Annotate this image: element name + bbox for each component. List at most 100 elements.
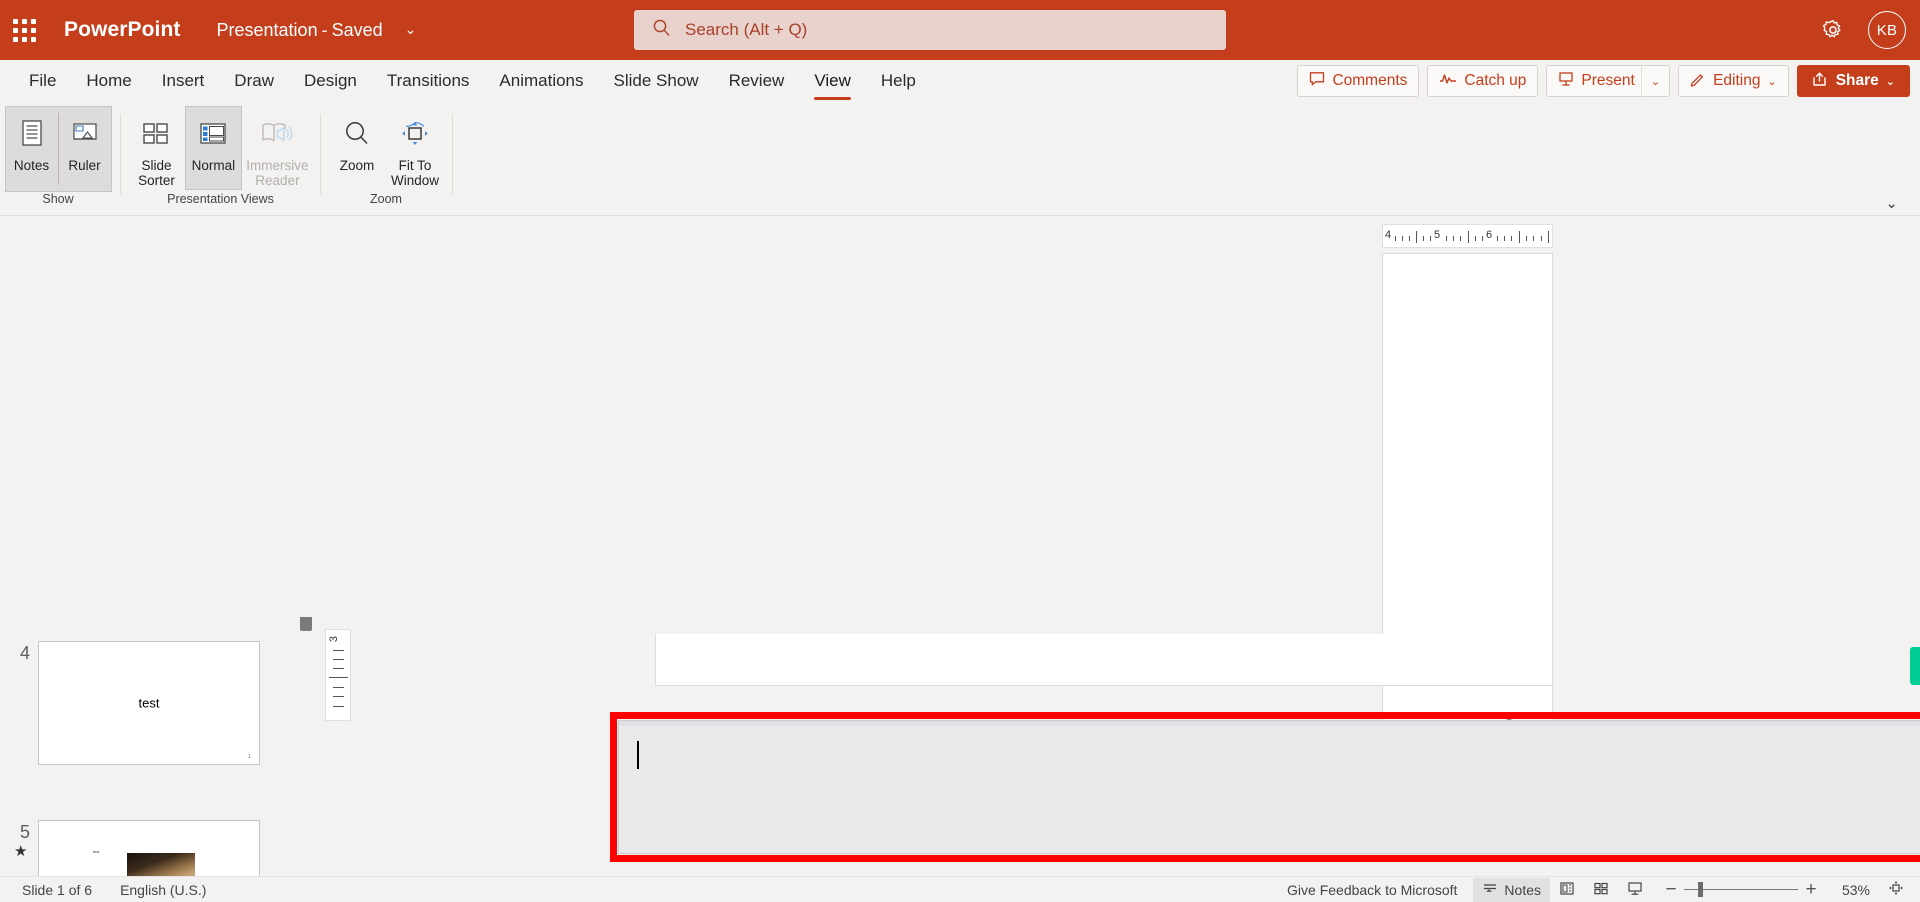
app-launcher-button[interactable] <box>0 0 48 60</box>
zoom-in-button[interactable]: + <box>1798 880 1824 899</box>
ruler-indent-marker[interactable] <box>300 617 312 631</box>
normal-view-button[interactable]: Normal <box>184 106 242 190</box>
status-bar-left: Slide 1 of 6 English (U.S.) <box>0 882 206 898</box>
tab-insert[interactable]: Insert <box>147 60 220 102</box>
share-icon <box>1812 71 1829 92</box>
present-dropdown-button[interactable]: ⌄ <box>1640 65 1671 97</box>
slide-sorter-button[interactable]: Slide Sorter <box>128 106 185 190</box>
titlebar-right-actions: KB <box>1816 0 1906 60</box>
thumbnail-slide-5[interactable]: test <box>38 820 260 882</box>
present-button[interactable]: Present <box>1546 65 1641 97</box>
catch-up-label: Catch up <box>1464 72 1527 89</box>
zoom-level[interactable]: 53% <box>1830 882 1882 898</box>
presenter-icon <box>1627 881 1643 899</box>
fit-slide-icon <box>1888 880 1904 899</box>
pencil-icon <box>1690 71 1706 92</box>
status-bar-right: Give Feedback to Microsoft Notes − + 53% <box>1287 877 1910 902</box>
tab-view[interactable]: View <box>799 60 866 102</box>
ribbon-view-tab: Notes Ruler Show Slide Sorter Normal Imm… <box>0 102 1920 216</box>
chevron-down-icon[interactable]: ⌄ <box>405 23 417 37</box>
slide-sorter-view-button[interactable] <box>1584 878 1618 902</box>
vertical-ruler[interactable]: 3 <box>325 629 351 721</box>
app-title: PowerPoint <box>64 18 181 41</box>
search-placeholder: Search (Alt + Q) <box>685 20 808 39</box>
show-group-label: Show <box>42 192 74 206</box>
zoom-button[interactable]: Zoom <box>328 106 386 190</box>
chevron-down-icon: ⌄ <box>1650 74 1661 88</box>
tab-review[interactable]: Review <box>714 60 800 102</box>
ribbon-group-presentation-views: Slide Sorter Normal Immersive Reader Pre… <box>128 106 313 212</box>
chevron-down-icon[interactable]: ⌄ <box>1885 196 1898 211</box>
zoom-slider-track[interactable] <box>1684 882 1798 897</box>
tab-draw[interactable]: Draw <box>219 60 289 102</box>
slide-counter[interactable]: Slide 1 of 6 <box>22 882 92 898</box>
notes-toggle-button[interactable]: Notes <box>5 107 58 191</box>
ruler-icon <box>70 113 100 155</box>
notes-toggle-statusbar[interactable]: Notes <box>1473 877 1550 902</box>
tab-animations[interactable]: Animations <box>484 60 598 102</box>
zoom-slider[interactable]: − + <box>1658 880 1824 899</box>
notes-icon <box>18 113 46 155</box>
feedback-link[interactable]: Give Feedback to Microsoft <box>1287 882 1457 898</box>
avatar[interactable]: KB <box>1868 11 1906 49</box>
h-ruler-label-6: 6 <box>1486 229 1493 241</box>
tab-home[interactable]: Home <box>71 60 146 102</box>
tab-help[interactable]: Help <box>866 60 931 102</box>
zoom-out-button[interactable]: − <box>1658 880 1684 899</box>
zoom-slider-thumb[interactable] <box>1698 882 1703 897</box>
zoom-group-label: Zoom <box>370 192 402 206</box>
present-icon <box>1558 71 1574 92</box>
document-name: Presentation <box>216 19 318 40</box>
v-ruler-label-3: 3 <box>328 635 341 643</box>
save-state: Saved <box>331 19 383 40</box>
reading-view-icon <box>1559 881 1575 899</box>
notes-label: Notes <box>13 158 50 173</box>
present-label: Present <box>1581 72 1635 89</box>
normal-view-icon <box>198 113 228 155</box>
tab-slide-show[interactable]: Slide Show <box>599 60 714 102</box>
side-indicator[interactable] <box>1910 647 1920 685</box>
thumbnail-text: test <box>138 695 160 711</box>
ribbon-group-show: Notes Ruler Show <box>4 106 112 212</box>
presenter-view-button[interactable] <box>1618 878 1652 902</box>
slide-thumbnail-pane[interactable]: 4 test 1 5 test ★ <box>0 217 300 882</box>
horizontal-ruler[interactable]: 4 5 6 <box>1382 224 1553 248</box>
waffle-icon <box>12 18 36 42</box>
immersive-reader-label: Immersive Reader <box>246 158 309 189</box>
text-caret <box>637 741 639 769</box>
document-title-area[interactable]: Presentation - Saved <box>217 20 383 41</box>
show-group-toggle-box: Notes Ruler <box>4 106 112 192</box>
share-label: Share <box>1835 72 1879 89</box>
ruler-label: Ruler <box>68 158 101 173</box>
h-ruler-label-5: 5 <box>1434 229 1441 241</box>
immersive-reader-button: Immersive Reader <box>242 106 313 190</box>
tab-transitions[interactable]: Transitions <box>372 60 485 102</box>
thumbnail-item-4[interactable]: 4 test 1 <box>0 641 300 765</box>
ribbon-divider-1 <box>120 114 121 194</box>
ruler-toggle-button[interactable]: Ruler <box>58 107 111 191</box>
workspace: 4 5 6 1 3 4 test 1 5 test ★ <box>0 217 1920 899</box>
share-button[interactable]: Share ⌄ <box>1796 65 1910 97</box>
editing-mode-button[interactable]: Editing ⌄ <box>1678 65 1789 97</box>
notes-input[interactable] <box>618 720 1920 854</box>
chevron-down-icon: ⌄ <box>1767 74 1777 88</box>
gear-icon[interactable] <box>1816 13 1850 47</box>
tab-file[interactable]: File <box>14 60 71 102</box>
comments-button[interactable]: Comments <box>1297 65 1420 97</box>
animation-star-icon: ★ <box>14 843 28 860</box>
tab-design[interactable]: Design <box>289 60 372 102</box>
fit-to-window-icon <box>399 113 431 155</box>
reading-view-button[interactable] <box>1550 878 1584 902</box>
editing-label: Editing <box>1713 72 1761 89</box>
fit-to-window-button[interactable]: Fit To Window <box>386 106 444 190</box>
thumbnail-slide-4[interactable]: test 1 <box>38 641 260 765</box>
presentation-views-group-label: Presentation Views <box>167 192 274 206</box>
thumbnail-item-5[interactable]: 5 test ★ <box>0 820 300 882</box>
search-input[interactable]: Search (Alt + Q) <box>634 10 1226 50</box>
title-separator: - <box>321 19 328 40</box>
language-indicator[interactable]: English (U.S.) <box>120 882 206 898</box>
catch-up-button[interactable]: Catch up <box>1427 65 1539 97</box>
ribbon-divider-3 <box>452 114 453 194</box>
slide-canvas-extension[interactable] <box>655 634 1553 686</box>
fit-slide-button[interactable] <box>1882 880 1910 899</box>
